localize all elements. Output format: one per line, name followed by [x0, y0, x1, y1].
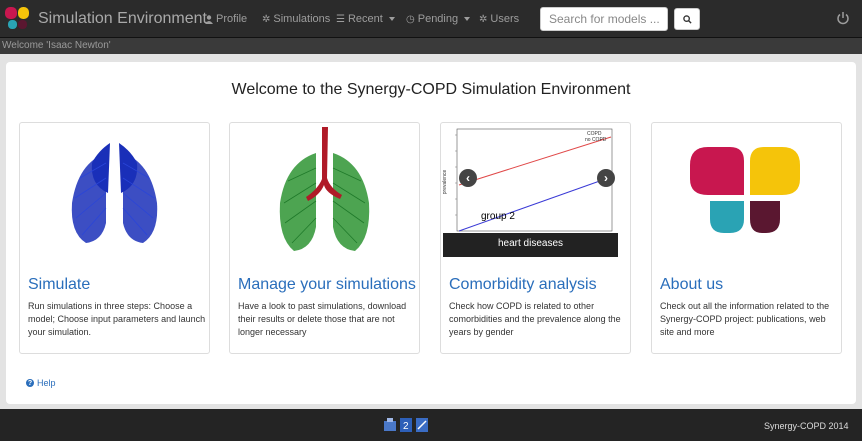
search-icon — [682, 14, 692, 24]
card-about-us[interactable]: About us Check out all the information r… — [651, 122, 842, 354]
footer-logos: 2 — [383, 417, 429, 433]
nav-users-label: Users — [490, 13, 520, 25]
caret-down-icon — [388, 17, 395, 21]
card-text: Have a look to past simulations, downloa… — [238, 301, 407, 337]
lungs-image — [71, 143, 158, 243]
nav-profile-label: Profile — [216, 13, 248, 25]
search-input[interactable] — [540, 7, 668, 31]
gear-icon: ✲ — [262, 13, 271, 25]
card-comorbidity-analysis[interactable]: COPD no COPD prevalence group 2 ‹ › hear… — [440, 122, 631, 354]
brand-title[interactable]: Simulation Environment — [38, 10, 207, 28]
card-title[interactable]: Comorbidity analysis — [449, 276, 597, 294]
nav-simulations-label: Simulations — [273, 13, 331, 25]
partner-logo-icon[interactable] — [415, 417, 429, 433]
synergy-logo — [690, 147, 800, 233]
page-title: Welcome to the Synergy-COPD Simulation E… — [231, 81, 631, 98]
copyright-text: Synergy-COPD 2014 — [764, 421, 849, 431]
welcome-bar: Welcome 'Isaac Newton' — [0, 38, 862, 54]
power-icon[interactable] — [836, 11, 850, 25]
main-panel: Welcome to the Synergy-COPD Simulation E… — [6, 62, 856, 404]
chevron-left-icon: ‹ — [466, 171, 470, 185]
carousel-prev-button[interactable]: ‹ — [459, 169, 477, 187]
nav-simulations[interactable]: ✲ Simulations — [262, 13, 330, 25]
svg-text:2: 2 — [403, 421, 409, 432]
chart-group-label: group 2 — [481, 211, 515, 222]
card-title[interactable]: Simulate — [28, 276, 90, 294]
user-icon — [205, 14, 213, 24]
search-button[interactable] — [674, 8, 700, 30]
nav-pending-label: Pending — [417, 13, 459, 25]
card-simulate[interactable]: Simulate Run simulations in three steps:… — [19, 122, 210, 354]
footer: 2 Synergy-COPD 2014 — [0, 409, 862, 441]
navbar: Simulation Environment Profile ✲ Simulat… — [0, 0, 862, 38]
nav-recent-label: Recent — [347, 13, 383, 25]
help-label: Help — [37, 378, 56, 388]
partner-logo-icon[interactable]: 2 — [399, 417, 413, 433]
chart-ylabel: prevalence — [442, 169, 449, 195]
card-title[interactable]: About us — [660, 276, 723, 294]
chevron-right-icon: › — [604, 171, 608, 185]
question-icon: ? — [26, 379, 34, 387]
clock-icon: ◷ — [406, 13, 415, 25]
card-text: Check how COPD is related to other comor… — [449, 301, 621, 337]
gear-icon: ✲ — [479, 13, 488, 25]
nav-profile[interactable]: Profile — [205, 13, 247, 25]
help-link[interactable]: ? Help — [26, 378, 56, 388]
card-text: Run simulations in three steps: Choose a… — [28, 301, 206, 337]
card-title[interactable]: Manage your simulations — [238, 276, 416, 294]
lungs-airway-image — [279, 127, 370, 251]
legend-no-copd: no COPD — [585, 137, 607, 143]
nav-users[interactable]: ✲ Users — [479, 13, 519, 25]
nav-recent[interactable]: ☰ Recent — [336, 13, 395, 25]
brand-logo[interactable] — [4, 6, 30, 32]
caret-down-icon — [464, 17, 471, 21]
carousel-caption: heart diseases — [443, 233, 618, 257]
card-text: Check out all the information related to… — [660, 301, 830, 337]
welcome-text: Welcome 'Isaac Newton' — [2, 40, 111, 51]
list-icon: ☰ — [336, 13, 345, 25]
card-manage-simulations[interactable]: Manage your simulations Have a look to p… — [229, 122, 420, 354]
nav-pending[interactable]: ◷ Pending — [406, 13, 471, 25]
partner-logo-icon[interactable] — [383, 417, 397, 433]
carousel-next-button[interactable]: › — [597, 169, 615, 187]
